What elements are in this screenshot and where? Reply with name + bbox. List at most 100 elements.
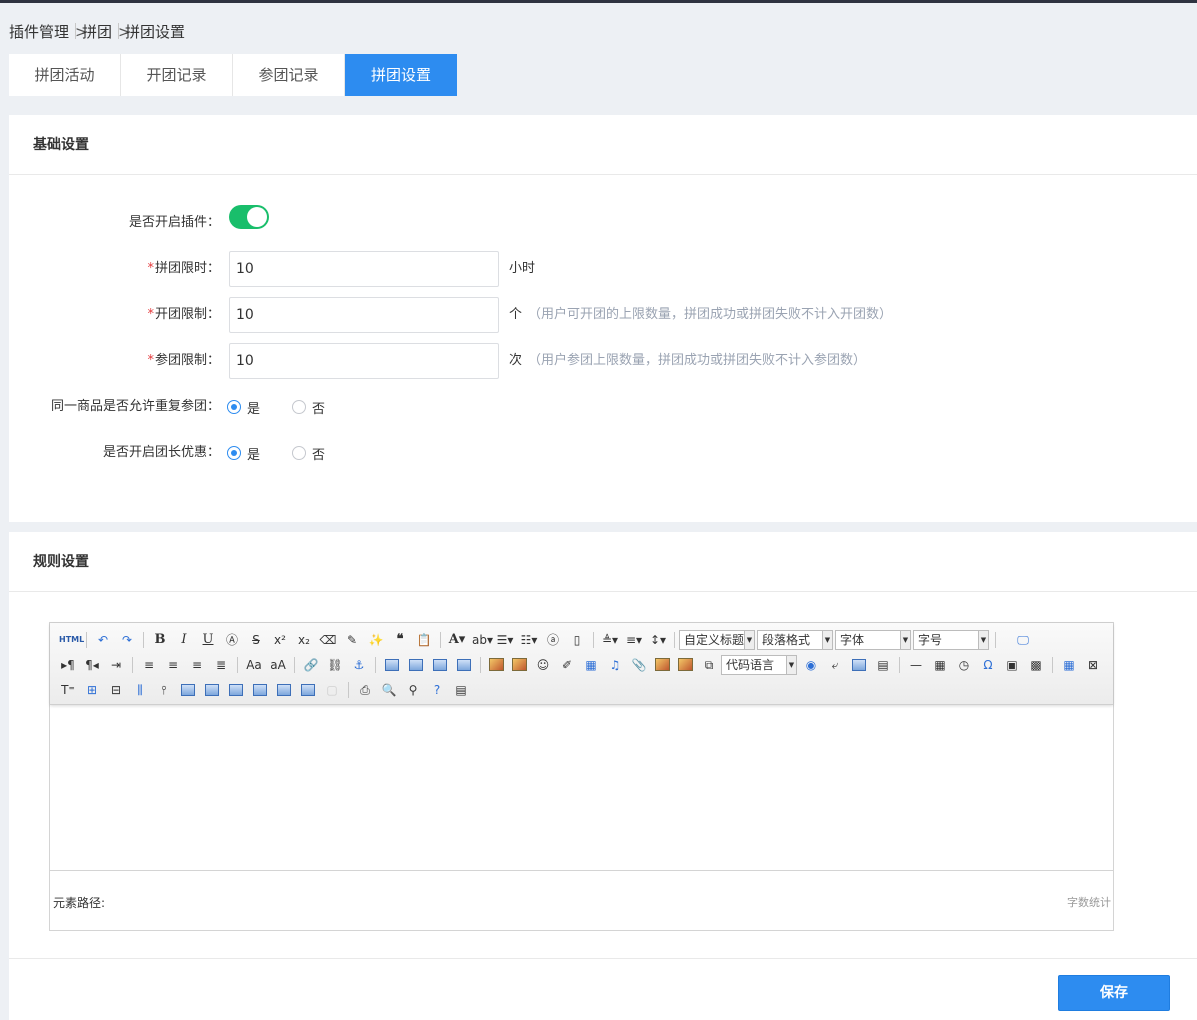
editor-content-area[interactable]: [50, 705, 1113, 869]
html-source-icon[interactable]: HTML: [59, 631, 84, 649]
eraser-icon[interactable]: ⌫: [319, 631, 337, 649]
merge-down-icon[interactable]: [229, 683, 243, 696]
split-to-cols-icon[interactable]: [301, 683, 315, 696]
leader-discount-no-radio[interactable]: 否: [292, 445, 325, 463]
scrawl-icon[interactable]: ✐: [558, 656, 576, 674]
align-right-icon[interactable]: ≡: [188, 656, 206, 674]
underline-icon[interactable]: U: [199, 631, 217, 649]
time-icon[interactable]: ◷: [955, 656, 973, 674]
page-break-icon[interactable]: ⤶: [826, 656, 844, 674]
drafts-icon[interactable]: ▤: [452, 681, 470, 699]
background-icon[interactable]: ▤: [874, 656, 892, 674]
anchor-icon[interactable]: ⚓: [350, 656, 368, 674]
insert-table-icon[interactable]: ▦: [1060, 656, 1078, 674]
fullscreen-icon[interactable]: 🖵: [1014, 631, 1032, 649]
insert-paragraph-before-table-icon[interactable]: T⁼: [59, 681, 77, 699]
clear-doc-icon[interactable]: ▯: [568, 631, 586, 649]
attachment-icon[interactable]: 📎: [630, 656, 648, 674]
tab-open-records[interactable]: 开团记录: [121, 54, 233, 96]
unordered-list-icon[interactable]: ☷▾: [520, 631, 538, 649]
indent-icon[interactable]: ⇥: [107, 656, 125, 674]
insert-frame-icon[interactable]: [655, 658, 670, 671]
emotion-icon[interactable]: ☺: [534, 656, 552, 674]
image-none-icon[interactable]: [385, 658, 399, 671]
link-icon[interactable]: 🔗: [302, 656, 320, 674]
delete-row-icon[interactable]: ⊟: [107, 681, 125, 699]
preview-icon[interactable]: 🔍: [380, 681, 398, 699]
delete-col-icon[interactable]: ⫯: [155, 681, 173, 699]
template-icon[interactable]: [852, 658, 866, 671]
split-to-cells-icon[interactable]: [253, 683, 267, 696]
auto-typeset-icon[interactable]: ✨: [367, 631, 385, 649]
save-button[interactable]: 保存: [1058, 975, 1170, 1011]
format-brush-icon[interactable]: ✎: [343, 631, 361, 649]
paste-plain-icon[interactable]: 📋: [415, 631, 433, 649]
breadcrumb-item-plugins[interactable]: 插件管理: [9, 23, 69, 41]
row-spacing-top-icon[interactable]: ≜▾: [601, 631, 619, 649]
ordered-list-icon[interactable]: ☰▾: [496, 631, 514, 649]
merge-right-icon[interactable]: [205, 683, 219, 696]
print-icon[interactable]: ⎙: [356, 681, 374, 699]
repeat-join-yes-radio[interactable]: 是: [227, 399, 260, 417]
breadcrumb-item-group[interactable]: 拼团: [82, 23, 112, 41]
paragraph-select[interactable]: 段落格式 ▼: [757, 629, 833, 650]
code-language-select[interactable]: 代码语言 ▼: [721, 654, 797, 675]
font-size-select[interactable]: 字号 ▼: [913, 629, 989, 650]
line-height-icon[interactable]: ↕▾: [649, 631, 667, 649]
map-icon[interactable]: [678, 658, 693, 671]
simple-upload-icon[interactable]: [489, 658, 504, 671]
unlink-icon[interactable]: ⛓: [326, 656, 344, 674]
insert-col-icon[interactable]: ⫼: [131, 681, 149, 699]
tab-group-settings[interactable]: 拼团设置: [345, 54, 457, 96]
music-icon[interactable]: ♫: [606, 656, 624, 674]
row-spacing-bottom-icon[interactable]: ≡▾: [625, 631, 643, 649]
font-border-icon[interactable]: Ⓐ: [223, 631, 241, 649]
snapscreen-icon[interactable]: ▣: [1003, 656, 1021, 674]
horizontal-rule-icon[interactable]: —: [907, 656, 925, 674]
direction-ltr-icon[interactable]: ▸¶: [59, 656, 77, 674]
undo-icon[interactable]: ↶: [94, 631, 112, 649]
join-limit-input[interactable]: [229, 343, 499, 379]
italic-icon[interactable]: I: [175, 631, 193, 649]
font-color-icon[interactable]: A▾: [448, 631, 466, 649]
strikethrough-icon[interactable]: S̶: [247, 631, 265, 649]
charts-icon[interactable]: ▢: [323, 681, 341, 699]
enable-plugin-switch[interactable]: [229, 205, 269, 229]
time-limit-input[interactable]: [229, 251, 499, 287]
tab-group-activities[interactable]: 拼团活动: [9, 54, 121, 96]
superscript-icon[interactable]: x²: [271, 631, 289, 649]
tab-join-records[interactable]: 参团记录: [233, 54, 345, 96]
help-icon[interactable]: ?: [428, 681, 446, 699]
bold-icon[interactable]: B: [151, 631, 169, 649]
align-justify-icon[interactable]: ≣: [212, 656, 230, 674]
insert-code-icon[interactable]: ⧉: [700, 656, 718, 674]
direction-rtl-icon[interactable]: ¶◂: [83, 656, 101, 674]
custom-title-select[interactable]: 自定义标题 ▼: [679, 629, 755, 650]
web-app-icon[interactable]: ◉: [802, 656, 820, 674]
merge-cells-icon[interactable]: [181, 683, 195, 696]
insert-row-icon[interactable]: ⊞: [83, 681, 101, 699]
blockquote-icon[interactable]: ❝: [391, 631, 409, 649]
align-center-icon[interactable]: ≡: [164, 656, 182, 674]
image-left-icon[interactable]: [409, 658, 423, 671]
date-icon[interactable]: ▦: [931, 656, 949, 674]
background-color-icon[interactable]: ab▾: [472, 631, 493, 649]
repeat-join-no-radio[interactable]: 否: [292, 399, 325, 417]
insert-video-icon[interactable]: ▦: [582, 656, 600, 674]
uppercase-icon[interactable]: Aa: [245, 656, 263, 674]
delete-table-icon[interactable]: ⊠: [1084, 656, 1102, 674]
insert-image-icon[interactable]: [512, 658, 527, 671]
align-left-icon[interactable]: ≡: [140, 656, 158, 674]
select-all-icon[interactable]: ⓐ: [544, 631, 562, 649]
image-center-icon[interactable]: [457, 658, 471, 671]
image-right-icon[interactable]: [433, 658, 447, 671]
split-to-rows-icon[interactable]: [277, 683, 291, 696]
redo-icon[interactable]: ↷: [118, 631, 136, 649]
open-limit-input[interactable]: [229, 297, 499, 333]
lowercase-icon[interactable]: aA: [269, 656, 287, 674]
font-family-select[interactable]: 字体 ▼: [835, 629, 911, 650]
leader-discount-yes-radio[interactable]: 是: [227, 445, 260, 463]
search-replace-icon[interactable]: ⚲: [404, 681, 422, 699]
subscript-icon[interactable]: x₂: [295, 631, 313, 649]
special-chars-icon[interactable]: Ω: [979, 656, 997, 674]
